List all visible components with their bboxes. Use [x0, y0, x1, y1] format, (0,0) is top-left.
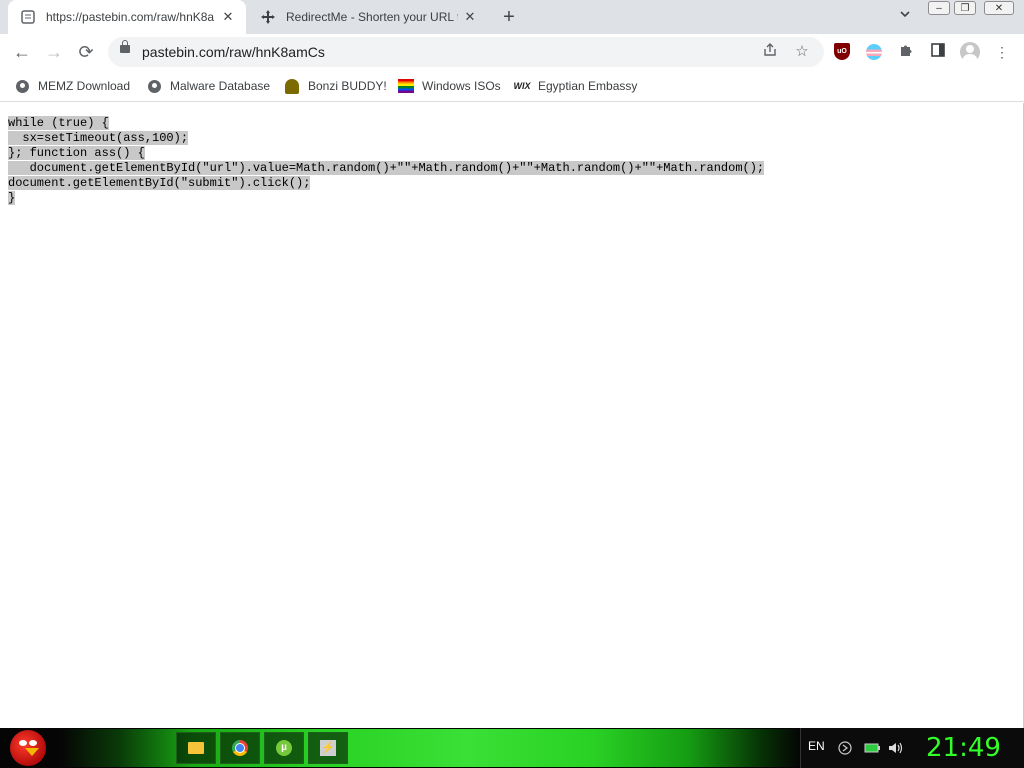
- address-bar[interactable]: pastebin.com/raw/hnK8amCs ☆: [108, 37, 824, 67]
- new-tab-button[interactable]: +: [498, 6, 520, 28]
- folder-icon: [188, 742, 204, 754]
- bookmark-malware-database[interactable]: Malware Database: [146, 76, 270, 96]
- profile-icon[interactable]: [960, 42, 980, 62]
- taskbar-app[interactable]: ⚡: [308, 732, 348, 764]
- restore-button[interactable]: ❐: [954, 1, 976, 15]
- ublock-icon[interactable]: uO: [834, 43, 850, 60]
- bookmark-bonzi-buddy[interactable]: Bonzi BUDDY!: [284, 76, 387, 96]
- globe-icon: [14, 78, 30, 94]
- tab-strip: https://pastebin.com/raw/hnK8a ✕ Redirec…: [0, 0, 1024, 34]
- chevron-down-icon[interactable]: [896, 8, 914, 26]
- bookmark-windows-isos[interactable]: Windows ISOs: [398, 76, 501, 96]
- bookmark-label: Bonzi BUDDY!: [308, 79, 387, 93]
- raw-code: while (true) { sx=setTimeout(ass,100);};…: [8, 116, 765, 206]
- bookmark-label: Egyptian Embassy: [538, 79, 638, 93]
- bookmark-star-icon[interactable]: ☆: [792, 42, 812, 62]
- page-content: while (true) { sx=setTimeout(ass,100);};…: [0, 103, 1024, 728]
- taskbar: µ ⚡ EN 21:49: [0, 728, 1024, 768]
- share-icon[interactable]: [760, 42, 780, 62]
- bookmarks-bar: MEMZ Download Malware Database Bonzi BUD…: [0, 70, 1024, 102]
- bookmark-label: Windows ISOs: [422, 79, 501, 93]
- reload-button[interactable]: ⟳: [74, 40, 98, 64]
- chrome-icon: [232, 740, 248, 756]
- code-line: }; function ass() {: [8, 146, 145, 160]
- code-line: while (true) {: [8, 116, 109, 130]
- code-line: document.getElementById("submit").click(…: [8, 176, 311, 190]
- language-indicator[interactable]: EN: [808, 739, 825, 753]
- bookmark-egyptian-embassy[interactable]: WIX Egyptian Embassy: [513, 76, 638, 96]
- code-line: sx=setTimeout(ass,100);: [8, 131, 189, 145]
- screen: https://pastebin.com/raw/hnK8a ✕ Redirec…: [0, 0, 1024, 768]
- back-button[interactable]: ←: [10, 40, 34, 64]
- app-icon: ⚡: [320, 740, 336, 756]
- volume-icon[interactable]: [888, 741, 903, 755]
- rainbow-flag-icon: [398, 78, 414, 94]
- taskbar-file-explorer[interactable]: [176, 732, 216, 764]
- clock[interactable]: 21:49: [926, 733, 1001, 763]
- tab-redirectme[interactable]: RedirectMe - Shorten your URL t ✕: [248, 0, 488, 34]
- trans-flag-icon[interactable]: [866, 44, 882, 60]
- globe-icon: [146, 78, 162, 94]
- forward-button[interactable]: →: [42, 40, 66, 64]
- bookmark-label: Malware Database: [170, 79, 271, 93]
- tab-pastebin[interactable]: https://pastebin.com/raw/hnK8a ✕: [8, 0, 246, 34]
- bookmark-label: MEMZ Download: [38, 79, 131, 93]
- taskbar-utorrent[interactable]: µ: [264, 732, 304, 764]
- lock-icon[interactable]: [120, 40, 130, 53]
- url-text[interactable]: pastebin.com/raw/hnK8amCs: [142, 44, 325, 60]
- code-line: }: [8, 191, 16, 205]
- wifi-icon[interactable]: [838, 741, 852, 755]
- taskbar-chrome[interactable]: [220, 732, 260, 764]
- side-panel-icon[interactable]: [928, 42, 948, 62]
- document-icon: [20, 9, 36, 25]
- minimize-button[interactable]: –: [928, 1, 950, 15]
- battery-icon[interactable]: [864, 741, 880, 755]
- start-button[interactable]: [10, 730, 46, 766]
- code-line: document.getElementById("url").value=Mat…: [8, 161, 765, 175]
- wix-icon: WIX: [513, 81, 531, 91]
- browser-toolbar: ← → ⟳ pastebin.com/raw/hnK8amCs ☆ uO ⋮: [0, 34, 1024, 70]
- utorrent-icon: µ: [276, 740, 292, 756]
- move-arrows-icon: [260, 9, 276, 25]
- bookmark-memz-download[interactable]: MEMZ Download: [14, 76, 130, 96]
- close-icon[interactable]: ✕: [462, 9, 478, 25]
- tab-title: https://pastebin.com/raw/hnK8a: [46, 10, 215, 24]
- close-window-button[interactable]: ✕: [984, 1, 1014, 15]
- bonzi-icon: [284, 78, 300, 94]
- taskbar-glow: [60, 729, 800, 767]
- close-icon[interactable]: ✕: [220, 9, 236, 25]
- tab-title: RedirectMe - Shorten your URL t: [286, 10, 458, 24]
- more-menu-icon[interactable]: ⋮: [992, 42, 1012, 62]
- puzzle-icon[interactable]: [896, 42, 916, 62]
